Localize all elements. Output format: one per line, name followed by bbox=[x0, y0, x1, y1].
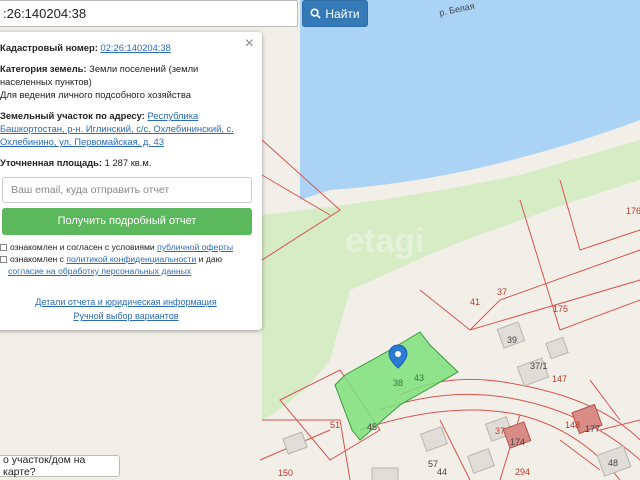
category-label: Категория земель: bbox=[0, 63, 87, 74]
agree-privacy-text: ознакомлен с bbox=[10, 254, 64, 264]
area-value: 1 287 кв.м. bbox=[104, 157, 152, 168]
address-link-end[interactable]: Охлебинино, ул. Первомайская, д. 43 bbox=[0, 136, 164, 147]
search-button-label: Найти bbox=[325, 6, 360, 21]
category-value: Земли поселений (земли bbox=[89, 63, 199, 74]
parcel-number-147: 147 bbox=[552, 374, 567, 384]
parcel-number-148: 148 bbox=[565, 420, 580, 430]
search-icon bbox=[310, 8, 322, 19]
parcel-number-44: 44 bbox=[437, 467, 447, 477]
report-details-link[interactable]: Детали отчета и юридическая информация bbox=[35, 297, 216, 307]
email-field[interactable]: Ваш email, куда отправить отчет bbox=[2, 177, 252, 203]
manual-selection-link[interactable]: Ручной выбор вариантов bbox=[73, 311, 178, 321]
find-property-on-map-button[interactable]: о участок/дом на карте? bbox=[0, 454, 120, 478]
parcel-number-38: 38 bbox=[393, 378, 403, 388]
land-purpose: Для ведения личного подсобного хозяйства bbox=[0, 89, 191, 100]
search-button[interactable]: Найти bbox=[302, 0, 368, 27]
parcel-info-popup: × Кадастровый номер: 02:26:140204:38 Кат… bbox=[0, 32, 262, 330]
parcel-number-177: 177 bbox=[585, 424, 600, 434]
personal-data-consent-link[interactable]: согласие на обработку персональных данны… bbox=[8, 266, 191, 276]
parcel-number-37: 37 bbox=[497, 287, 507, 297]
privacy-checkbox[interactable] bbox=[0, 256, 7, 264]
parcel-number-41: 41 bbox=[470, 297, 480, 307]
address-label: Земельный участок по адресу: bbox=[0, 110, 145, 121]
parcel-number-48: 48 bbox=[608, 458, 618, 468]
parcel-number-176: 176 bbox=[626, 206, 640, 216]
category-value-cont: населенных пунктов) bbox=[0, 76, 92, 87]
parcel-number-37-1: 37/1 bbox=[530, 361, 548, 371]
area-label: Уточненная площадь: bbox=[0, 157, 103, 168]
parcel-number-174: 174 bbox=[510, 437, 525, 447]
parcel-number-150: 150 bbox=[278, 468, 293, 478]
parcel-number-43: 43 bbox=[414, 373, 424, 383]
agree-offer-text: ознакомлен и согласен с условиями bbox=[10, 242, 155, 252]
cadastral-number-link[interactable]: 02:26:140204:38 bbox=[100, 42, 170, 53]
parcel-number-175: 175 bbox=[553, 304, 568, 314]
parcel-number-45: 45 bbox=[367, 422, 377, 432]
parcel-number-51: 51 bbox=[330, 420, 340, 430]
parcel-number-294: 294 bbox=[515, 467, 530, 477]
close-icon[interactable]: × bbox=[245, 36, 254, 52]
parcel-number-37b: 37 bbox=[495, 426, 505, 436]
privacy-policy-link[interactable]: политикой конфиденциальности bbox=[66, 254, 196, 264]
watermark: etagi bbox=[345, 222, 424, 260]
get-report-button[interactable]: Получить подробный отчет bbox=[2, 208, 252, 235]
address-link[interactable]: Республика bbox=[147, 110, 198, 121]
cadastral-search-input[interactable]: :26:140204:38 bbox=[0, 0, 298, 27]
address-link-cont[interactable]: Башкортостан, р-н. Иглинский, с/с. Охлеб… bbox=[0, 123, 234, 134]
offer-checkbox[interactable] bbox=[0, 244, 7, 252]
public-offer-link[interactable]: публичной оферты bbox=[157, 242, 233, 252]
cadastral-label: Кадастровый номер: bbox=[0, 42, 98, 53]
agree-privacy-tail: и даю bbox=[198, 254, 223, 264]
parcel-number-39: 39 bbox=[507, 335, 517, 345]
